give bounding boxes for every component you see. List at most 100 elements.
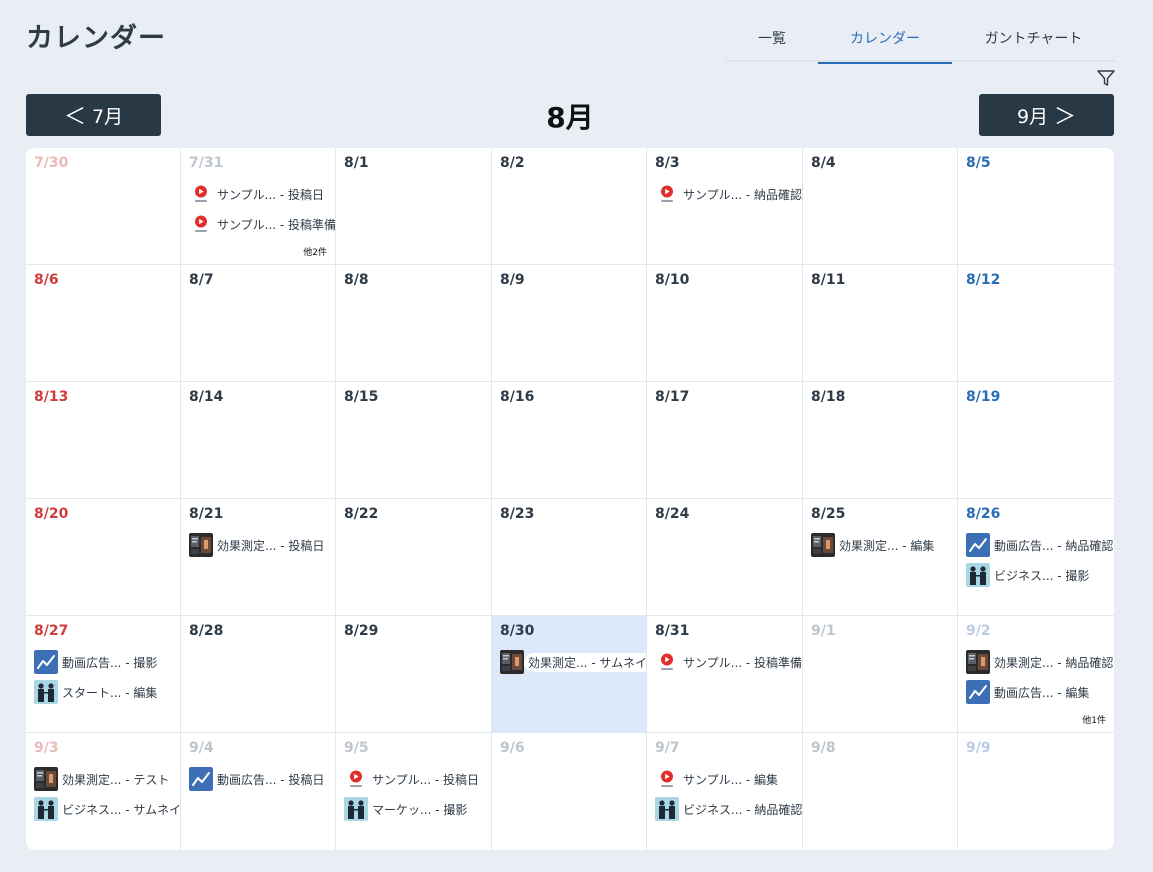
calendar-day-cell[interactable]: 8/19 [958,382,1114,499]
prev-month-button[interactable]: ＜ 7月 [26,94,161,136]
day-number: 8/17 [655,389,690,405]
day-number: 8/13 [34,389,69,405]
calendar-event[interactable]: 効果測定... - 納品確認 [966,650,1114,674]
event-label: サンプル... - 投稿日 [217,187,325,202]
calendar-day-cell[interactable]: 8/18 [803,382,958,499]
event-label: ビジネス... - 納品確認 [683,802,803,817]
calendar-day-cell[interactable]: 8/9 [492,265,647,382]
calendar-day-cell[interactable]: 9/8 [803,733,958,850]
calendar-event[interactable]: 動画広告... - 編集 [966,680,1114,704]
calendar-day-cell[interactable]: 8/11 [803,265,958,382]
calendar-event[interactable]: スタート... - 編集 [34,680,180,704]
calendar-event[interactable]: 動画広告... - 投稿日 [189,767,335,791]
more-events-link[interactable]: 他2件 [303,245,327,258]
calendar-day-cell[interactable]: 8/28 [181,616,336,733]
calendar-event[interactable]: 効果測定... - 編集 [811,533,957,557]
event-label: 効果測定... - 編集 [839,538,935,553]
calendar-event[interactable]: 効果測定... - 投稿日 [189,533,335,557]
calendar-day-cell[interactable]: 8/26 動画広告... - 納品確認 ビジネス... - 撮影 [958,499,1114,616]
calendar-day-cell[interactable]: 8/23 [492,499,647,616]
calendar-day-cell[interactable]: 8/6 [26,265,181,382]
view-tabs: 一覧 カレンダー ガントチャート [726,14,1115,64]
calendar-event[interactable]: ビジネス... - 納品確認 [655,797,802,821]
calendar-event[interactable]: ビジネス... - サムネイ [34,797,180,821]
calendar-day-cell[interactable]: 8/22 [336,499,492,616]
calendar-day-cell[interactable]: 8/29 [336,616,492,733]
calendar-day-cell-today[interactable]: 8/30 効果測定... - サムネイ [492,616,647,733]
day-number: 8/26 [966,506,1001,522]
next-month-button[interactable]: 9月 ＞ [979,94,1114,136]
calendar-day-cell[interactable]: 8/14 [181,382,336,499]
day-number: 9/1 [811,623,836,639]
calendar-day-cell[interactable]: 8/27 動画広告... - 撮影 スタート... - 編集 [26,616,181,733]
event-label: 効果測定... - サムネイ [524,652,646,672]
calendar-event[interactable]: 動画広告... - 撮影 [34,650,180,674]
play-logo-icon [655,650,679,674]
day-number: 8/12 [966,272,1001,288]
calendar-day-cell[interactable]: 8/2 [492,148,647,265]
filter-icon[interactable] [1096,68,1116,88]
people-photo-icon [344,797,368,821]
calendar-event[interactable]: サンプル... - 投稿準備 [189,212,335,236]
calendar-event[interactable]: 動画広告... - 納品確認 [966,533,1114,557]
calendar-day-cell[interactable]: 8/25 効果測定... - 編集 [803,499,958,616]
calendar-day-cell[interactable]: 9/7 サンプル... - 編集 ビジネス... - 納品確認 [647,733,803,850]
day-number: 8/9 [500,272,525,288]
day-number: 8/22 [344,506,379,522]
calendar-day-cell[interactable]: 8/13 [26,382,181,499]
calendar-day-cell[interactable]: 7/31 サンプル... - 投稿日 サンプル... - 投稿準備 他2件 [181,148,336,265]
tab-calendar[interactable]: カレンダー [818,14,952,64]
event-label: 動画広告... - 撮影 [62,655,158,670]
chevron-left-icon: ＜ [63,105,86,130]
calendar-day-cell[interactable]: 8/31 サンプル... - 投稿準備 [647,616,803,733]
people-photo-icon [34,797,58,821]
day-number: 8/16 [500,389,535,405]
calendar-event[interactable]: サンプル... - 投稿準備 [655,650,802,674]
dark-photo-thumbnail-icon [811,533,835,557]
day-number: 8/25 [811,506,846,522]
day-number: 8/5 [966,155,991,171]
calendar-event[interactable]: 効果測定... - テスト [34,767,180,791]
event-label: サンプル... - 編集 [683,772,779,787]
calendar-day-cell[interactable]: 9/6 [492,733,647,850]
calendar-event[interactable]: サンプル... - 投稿日 [189,182,335,206]
calendar-day-cell[interactable]: 8/8 [336,265,492,382]
calendar-day-cell[interactable]: 8/5 [958,148,1114,265]
calendar-day-cell[interactable]: 8/10 [647,265,803,382]
calendar-day-cell[interactable]: 8/21 効果測定... - 投稿日 [181,499,336,616]
calendar-event[interactable]: ビジネス... - 撮影 [966,563,1114,587]
calendar-day-cell[interactable]: 8/17 [647,382,803,499]
calendar-event[interactable]: サンプル... - 納品確認 [655,182,802,206]
day-number: 8/15 [344,389,379,405]
calendar-day-cell[interactable]: 9/9 [958,733,1114,850]
tab-gantt-chart[interactable]: ガントチャート [952,14,1115,62]
more-events-link[interactable]: 他1件 [1082,713,1106,726]
calendar-day-cell[interactable]: 9/5 サンプル... - 投稿日 マーケッ... - 撮影 [336,733,492,850]
tab-list[interactable]: 一覧 [726,14,818,62]
event-label: ビジネス... - サムネイ [62,802,181,817]
day-number: 8/8 [344,272,369,288]
calendar-event[interactable]: 効果測定... - サムネイ [500,650,646,674]
calendar-day-cell[interactable]: 8/16 [492,382,647,499]
calendar-day-cell[interactable]: 8/1 [336,148,492,265]
play-logo-icon [655,182,679,206]
calendar-day-cell[interactable]: 9/2 効果測定... - 納品確認動画広告... - 編集他1件 [958,616,1114,733]
calendar-day-cell[interactable]: 8/4 [803,148,958,265]
calendar-day-cell[interactable]: 8/24 [647,499,803,616]
calendar-event[interactable]: サンプル... - 投稿日 [344,767,491,791]
calendar-day-cell[interactable]: 9/3 効果測定... - テスト ビジネス... - サムネイ [26,733,181,850]
calendar-day-cell[interactable]: 8/15 [336,382,492,499]
calendar-event[interactable]: サンプル... - 編集 [655,767,802,791]
calendar-week-row: 7/30 7/31 サンプル... - 投稿日 サンプル... - 投稿準備 他2件 8/… [26,148,1114,265]
calendar-day-cell[interactable]: 8/3 サンプル... - 納品確認 [647,148,803,265]
calendar-event[interactable]: マーケッ... - 撮影 [344,797,491,821]
calendar-day-cell[interactable]: 8/20 [26,499,181,616]
day-number: 9/2 [966,623,991,639]
day-number: 8/30 [500,623,535,639]
calendar-day-cell[interactable]: 9/4 動画広告... - 投稿日 [181,733,336,850]
calendar-day-cell[interactable]: 8/12 [958,265,1114,382]
calendar-day-cell[interactable]: 9/1 [803,616,958,733]
event-label: 効果測定... - 納品確認 [994,655,1114,670]
calendar-day-cell[interactable]: 8/7 [181,265,336,382]
calendar-day-cell[interactable]: 7/30 [26,148,181,265]
